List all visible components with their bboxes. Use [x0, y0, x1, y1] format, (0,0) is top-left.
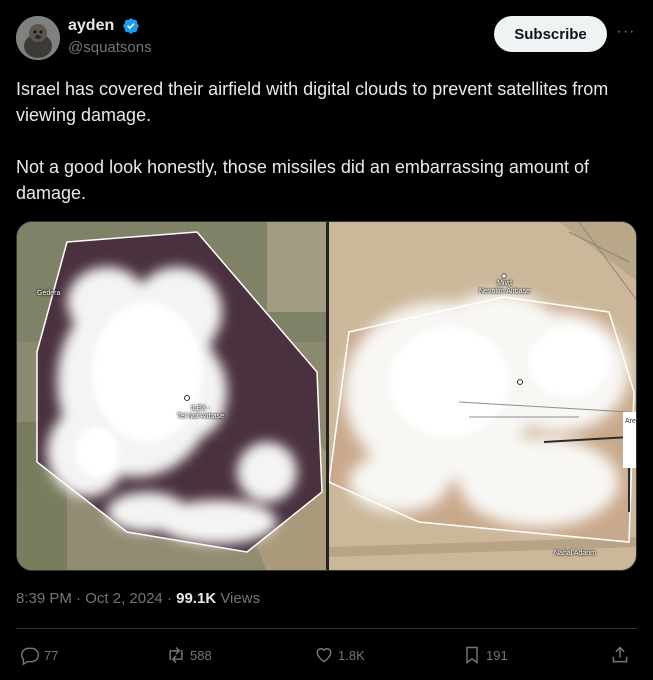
share-icon — [612, 646, 628, 663]
action-bar: 77 588 1.8K 191 — [16, 640, 637, 670]
reply-icon — [20, 647, 40, 665]
reply-count: 77 — [44, 647, 59, 663]
share-button[interactable] — [610, 640, 634, 670]
bookmark-count: 191 — [486, 647, 508, 663]
handle[interactable]: @squatsons — [68, 39, 152, 56]
divider — [16, 628, 637, 629]
repost-count: 588 — [190, 647, 212, 663]
tweet-text: Israel has covered their airfield with d… — [16, 76, 637, 232]
like-button[interactable]: 1.8K — [314, 640, 365, 670]
author-info: ayden @squatsons — [68, 17, 152, 56]
separator-dot: · — [76, 590, 86, 607]
subscribe-button[interactable]: Subscribe — [494, 16, 607, 52]
separator-dot: · — [166, 590, 177, 607]
tweet-date[interactable]: Oct 2, 2024 — [85, 590, 163, 607]
display-name[interactable]: ayden — [68, 17, 114, 35]
tweet-time[interactable]: 8:39 PM — [16, 590, 72, 607]
map-label-airbase: ILEX - Tel Nof Airbase — [177, 405, 225, 420]
map-label-road: Nahal Adarim — [554, 550, 597, 557]
map-label-area: Are — [625, 418, 636, 425]
map-label-airbase: Mivd Nevatim Airbase — [479, 280, 530, 295]
media-attachment[interactable]: ILEX - Tel Nof Airbase Gedera Mivd Nevat… — [16, 221, 637, 571]
like-count: 1.8K — [338, 647, 365, 663]
reply-button[interactable]: 77 — [20, 640, 58, 670]
views-count: 99.1K — [176, 590, 217, 607]
more-dots-icon[interactable]: ··· — [614, 22, 638, 46]
map-label-town: Gedera — [37, 290, 61, 297]
repost-icon — [169, 646, 183, 664]
tweet-meta: 8:39 PM · Oct 2, 2024 · 99.1K Views — [16, 590, 260, 607]
satellite-image-tel-nof[interactable]: ILEX - Tel Nof Airbase Gedera — [17, 222, 326, 570]
bookmark-icon — [466, 646, 478, 664]
tweet-paragraph: Israel has covered their airfield with d… — [16, 79, 609, 125]
repost-button[interactable]: 588 — [166, 640, 212, 670]
tweet-header: ayden @squatsons Subscribe ··· — [16, 14, 637, 62]
bookmark-button[interactable]: 191 — [462, 640, 508, 670]
tweet-paragraph: Not a good look honestly, those missiles… — [16, 157, 589, 203]
verified-badge-icon — [123, 18, 139, 34]
heart-icon — [316, 648, 332, 663]
views-label: Views — [220, 590, 261, 607]
avatar[interactable] — [16, 16, 60, 60]
satellite-image-nevatim[interactable]: Mivd Nevatim Airbase Are Nahal Adarim — [329, 222, 636, 570]
